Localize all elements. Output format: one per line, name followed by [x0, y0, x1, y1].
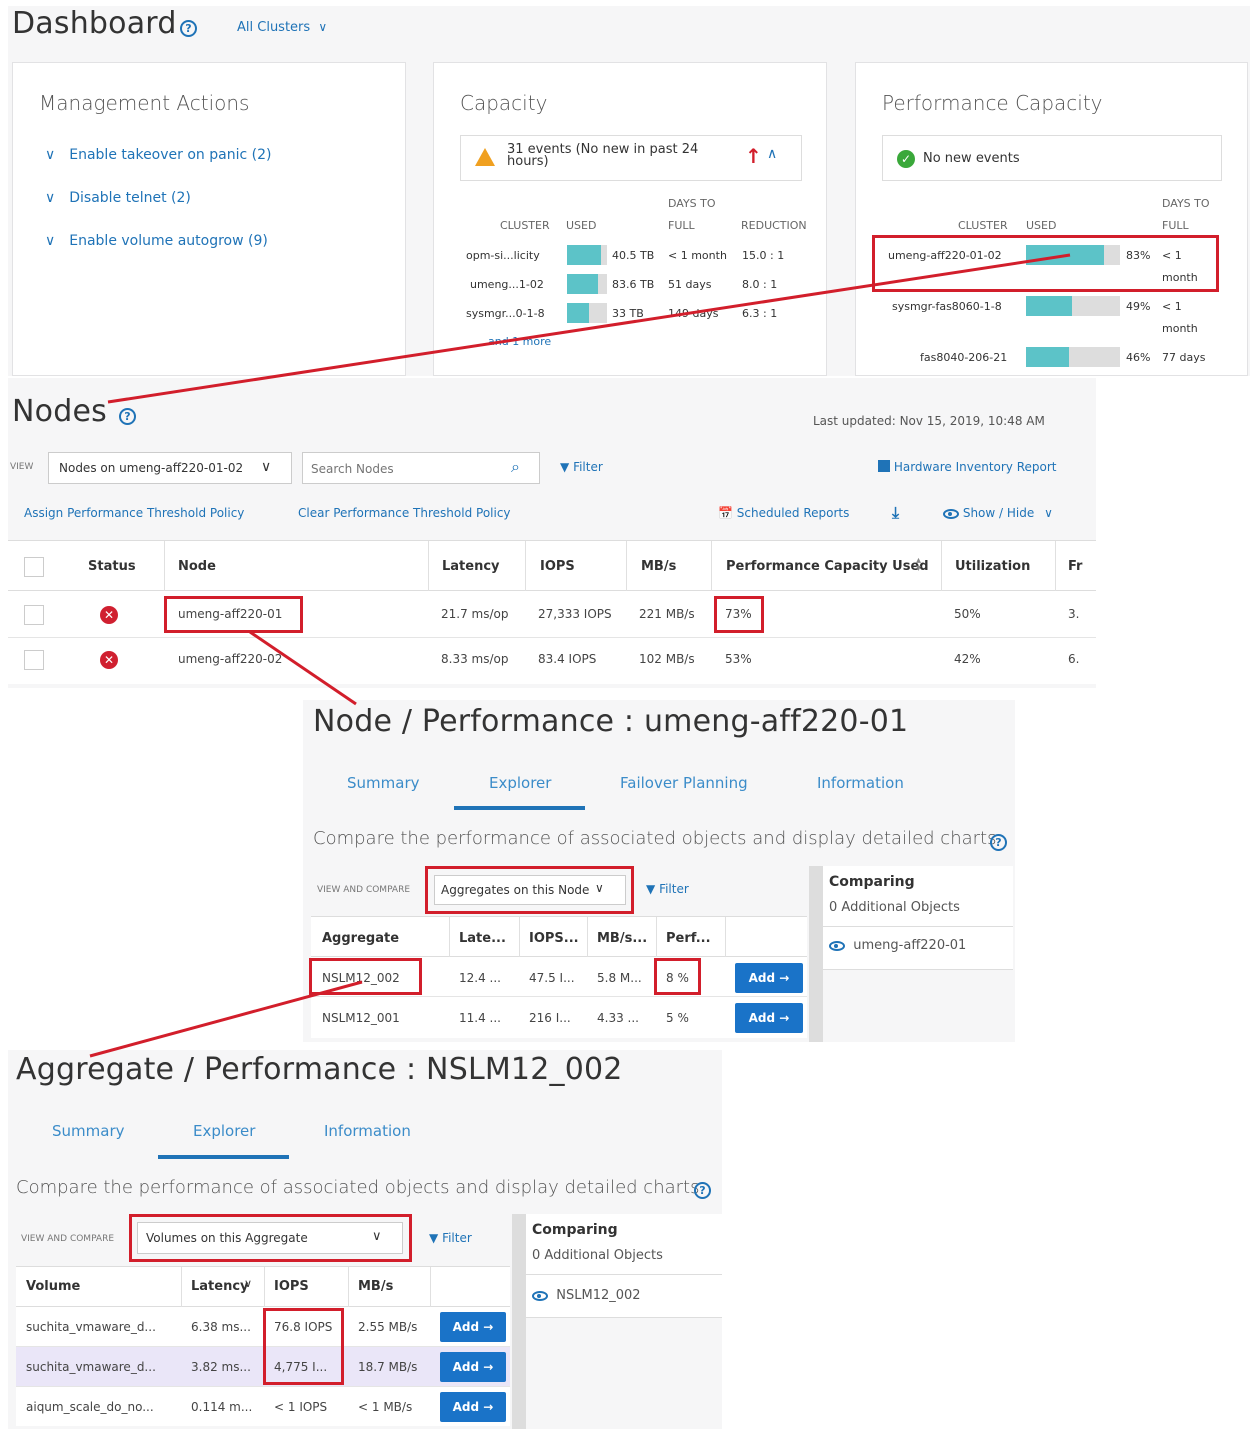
- connector-line: [249, 630, 357, 706]
- connector-line: [89, 980, 363, 1058]
- connector-line: [107, 253, 1071, 404]
- connector-lines: [89, 253, 1071, 1058]
